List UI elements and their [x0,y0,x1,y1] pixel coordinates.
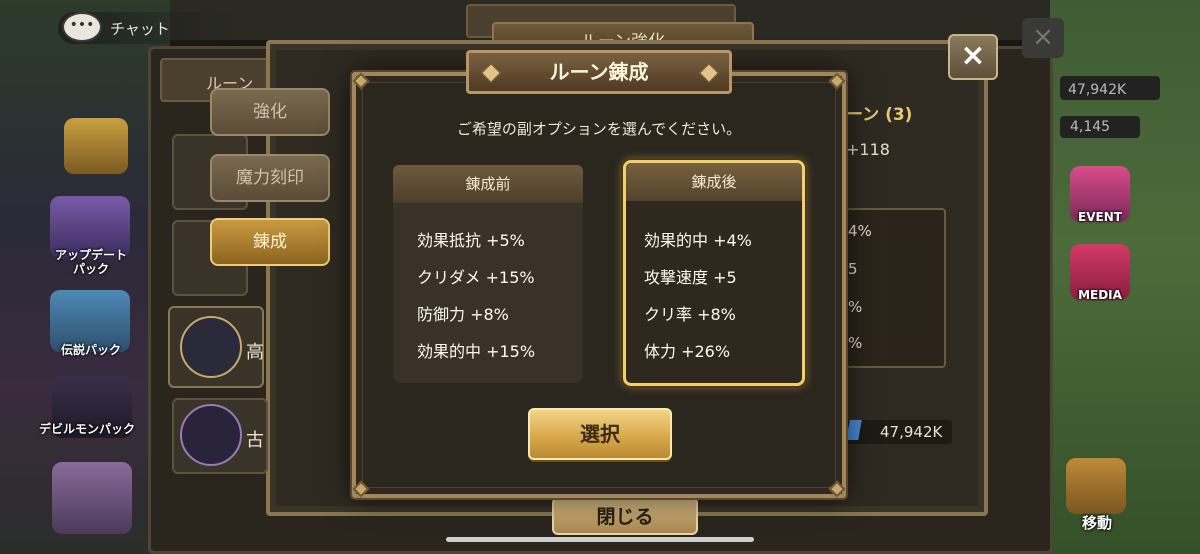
move-label: 移動 [1081,514,1112,532]
chat-label: チャット [110,20,170,38]
refine-before-header: 錬成前 [393,165,583,203]
rune-stat-1: 4% [848,222,872,240]
tab-enhance[interactable]: 強化 [210,88,330,136]
bottom-pack-icon[interactable] [52,462,132,534]
devilmon-pack-label: デビルモンパック [38,422,135,436]
modal-title-plate: ルーン錬成 [466,50,732,94]
event-label: EVENT [1078,210,1122,224]
before-option-3: 防御力 +8% [417,305,509,324]
after-option-4: 体力 +26% [644,342,731,361]
close-icon[interactable]: × [948,34,998,80]
rune-label-ancient: 古 [246,430,264,451]
rune-circle-blue-icon [180,316,242,378]
home-indicator[interactable] [446,537,754,542]
rune-circle-purple-icon [180,404,242,466]
background-close-icon: × [1022,18,1064,58]
tab-magic-engrave[interactable]: 魔力刻印 [210,154,330,202]
select-button[interactable]: 選択 [528,408,672,460]
after-option-1: 効果的中 +4% [644,231,752,250]
before-option-4: 効果的中 +15% [417,342,536,361]
rune-info-value: +118 [846,140,890,159]
close-button[interactable]: 閉じる [552,497,698,535]
chat-bubble-icon[interactable]: ••• [62,12,102,42]
currency-2-value: 47,942K [1068,82,1127,98]
before-option-1: 効果抵抗 +5% [417,231,525,250]
rune-stat-4: % [848,334,863,352]
after-option-2: 攻撃速度 +5 [644,268,737,287]
media-label: MEDIA [1078,288,1122,302]
rune-info-title: ーン (3) [846,105,913,125]
modal-title: ルーン錬成 [549,60,649,84]
rune-label-high: 高 [246,342,264,363]
before-option-2: クリダメ +15% [417,268,535,287]
crystal-currency-value: 47,942K [880,423,943,441]
treasure-chest-icon[interactable] [64,118,128,174]
rune-stat-3: % [848,298,863,316]
tab-refine[interactable]: 錬成 [210,218,330,266]
refine-before-card[interactable]: 錬成前 効果抵抗 +5% クリダメ +15% 防御力 +8% 効果的中 +15% [393,165,583,383]
rune-stat-2: 5 [848,260,858,278]
currency-3-value: 4,145 [1070,119,1111,135]
legend-pack-label: 伝説パック [60,343,121,357]
refine-after-card[interactable]: 錬成後 効果的中 +4% 攻撃速度 +5 クリ率 +8% 体力 +26% [623,160,805,386]
update-pack-label: アップデート パック [54,248,127,276]
move-arrows-icon[interactable] [1066,458,1126,514]
refine-after-header: 錬成後 [626,163,802,201]
modal-instruction: ご希望の副オプションを選んでください。 [456,120,742,138]
after-option-3: クリ率 +8% [644,305,736,324]
